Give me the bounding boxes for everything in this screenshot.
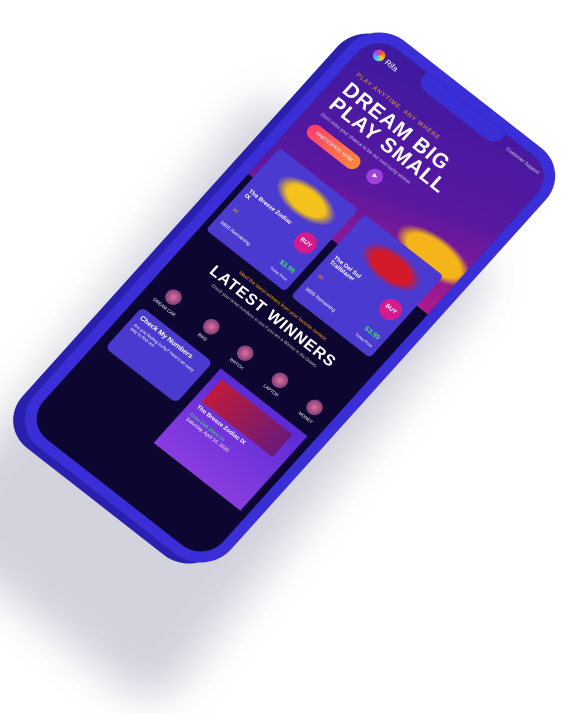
tab-laptop[interactable]: LAPTOP <box>262 369 292 398</box>
tab-money[interactable]: MONEY <box>297 396 327 425</box>
play-video-button[interactable]: ▶ <box>363 165 387 188</box>
logo[interactable]: Rifa <box>370 47 401 74</box>
tab-dream-car[interactable]: DREAM CAR <box>152 283 189 317</box>
logo-text: Rifa <box>383 57 401 74</box>
remaining-count: 9805 Remaining <box>218 220 252 248</box>
days-left: 3d <box>230 206 240 215</box>
tab-watch[interactable]: WATCH <box>228 342 258 370</box>
support-link[interactable]: Customer Support <box>504 146 540 175</box>
remaining-count: 9805 Remaining <box>303 286 337 314</box>
buy-button[interactable]: BUY <box>289 228 322 258</box>
buy-button[interactable]: BUY <box>374 294 407 325</box>
tab-bike[interactable]: BIKE <box>195 316 224 344</box>
days-left: 3d <box>315 273 325 282</box>
